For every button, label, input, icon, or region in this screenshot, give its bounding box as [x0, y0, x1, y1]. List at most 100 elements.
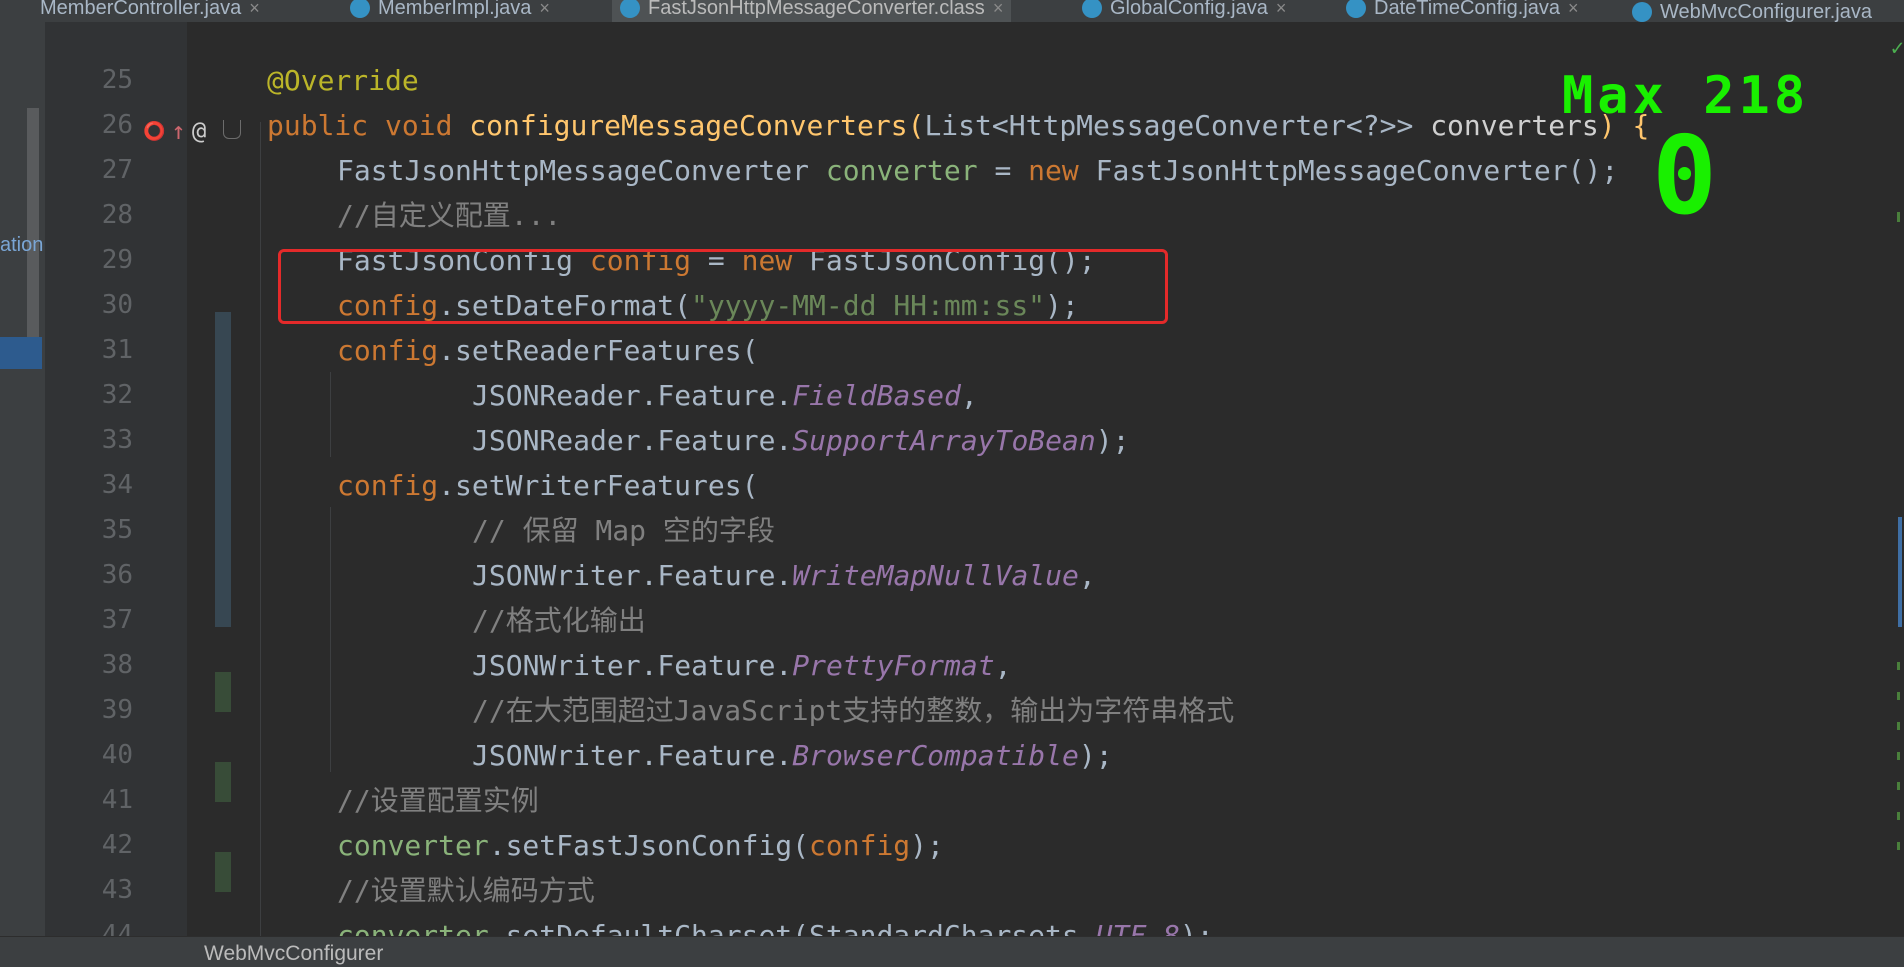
- editor-tab-bar: MemberController.java × MemberImpl.java …: [0, 0, 1904, 22]
- close-icon[interactable]: ×: [1568, 0, 1579, 19]
- tab-label: MemberImpl.java: [378, 0, 532, 19]
- highlight-box: [278, 249, 1168, 324]
- error-stripe[interactable]: ✓: [1890, 22, 1904, 936]
- method-token: .setFastJsonConfig(: [488, 829, 810, 862]
- line-number: 29: [101, 245, 133, 275]
- method-token: .setReaderFeatures(: [438, 334, 759, 367]
- project-panel: ation: [0, 22, 45, 936]
- code-line-32: JSONReader.Feature.FieldBased,: [472, 373, 978, 418]
- field-token: WriteMapNullValue: [792, 559, 1079, 592]
- code-line-31: config.setReaderFeatures(: [337, 328, 758, 373]
- editor-gutter: 25 26 27 28 29 30 31 32 33 34 35 36 37 3…: [45, 22, 241, 950]
- stripe-mark[interactable]: [1898, 517, 1902, 627]
- line-number: 35: [101, 515, 133, 545]
- type-token: JSONReader.Feature.: [472, 424, 793, 457]
- project-scrollbar[interactable]: [27, 108, 39, 358]
- tab-label: DateTimeConfig.java: [1374, 0, 1561, 19]
- code-line-26: public void configureMessageConverters(L…: [267, 103, 1649, 148]
- project-selected-item[interactable]: [0, 337, 42, 369]
- line-number: 38: [101, 650, 133, 680]
- code-line-41: //设置配置实例: [337, 778, 539, 823]
- tab-fastjson-converter[interactable]: FastJsonHttpMessageConverter.class ×: [612, 0, 1012, 22]
- type-token: FastJsonHttpMessageConverter();: [1095, 154, 1619, 187]
- keyword-token: public void: [267, 109, 470, 142]
- code-line-40: JSONWriter.Feature.BrowserCompatible);: [472, 733, 1113, 778]
- method-token: .setDefaultCharset(StandardCharsets.: [488, 919, 1096, 936]
- punct-token: ,: [994, 649, 1012, 682]
- stripe-mark[interactable]: [1897, 812, 1900, 820]
- stripe-mark[interactable]: [1897, 692, 1900, 700]
- close-icon[interactable]: ×: [1276, 0, 1287, 19]
- line-number: 32: [101, 380, 133, 410]
- variable-token: converter: [337, 919, 489, 936]
- line-number: 39: [101, 695, 133, 725]
- code-editor[interactable]: @Override public void configureMessageCo…: [187, 22, 1887, 936]
- code-line-25: @Override: [267, 58, 419, 103]
- operator-token: =: [977, 154, 1029, 187]
- punct-token: ,: [960, 379, 978, 412]
- class-icon: [1082, 0, 1102, 18]
- punct-token: );: [1078, 739, 1113, 772]
- line-number: 34: [101, 470, 133, 500]
- stripe-mark[interactable]: [1897, 752, 1900, 760]
- tab-label: WebMvcConfigurer.java: [1660, 0, 1872, 23]
- project-item-fragment[interactable]: ation: [0, 234, 43, 257]
- tab-webmvc-configurer[interactable]: WebMvcConfigurer.java: [1632, 0, 1872, 22]
- override-icon[interactable]: ⭕: [143, 121, 165, 142]
- close-icon[interactable]: ×: [539, 0, 550, 19]
- type-token: JSONWriter.Feature.: [472, 649, 793, 682]
- punct-token: ,: [1078, 559, 1096, 592]
- punct-token: );: [1095, 424, 1130, 457]
- method-name-token: configureMessageConverters: [469, 109, 908, 142]
- breadcrumb-bar: WebMvcConfigurer: [0, 936, 1904, 967]
- line-number: 31: [101, 335, 133, 365]
- type-token: JSONWriter.Feature.: [472, 739, 793, 772]
- line-number: 43: [101, 875, 133, 905]
- stripe-mark[interactable]: [1897, 212, 1900, 222]
- code-line-44: converter.setDefaultCharset(StandardChar…: [337, 913, 1214, 936]
- paren-token: );: [910, 829, 944, 862]
- tab-label: GlobalConfig.java: [1110, 0, 1268, 19]
- field-token: FieldBased: [792, 379, 961, 412]
- type-token: FastJsonHttpMessageConverter: [337, 154, 826, 187]
- paren-token: (: [907, 109, 925, 142]
- tab-datetime-config[interactable]: DateTimeConfig.java ×: [1346, 0, 1579, 22]
- close-icon[interactable]: ×: [993, 0, 1004, 19]
- line-number: 25: [101, 65, 133, 95]
- code-line-33: JSONReader.Feature.SupportArrayToBean);: [472, 418, 1129, 463]
- field-token: BrowserCompatible: [792, 739, 1079, 772]
- tab-label: FastJsonHttpMessageConverter.class: [648, 0, 985, 19]
- class-icon: [350, 0, 370, 18]
- variable-token: config: [337, 469, 439, 502]
- type-token: JSONReader.Feature.: [472, 379, 793, 412]
- class-icon: [620, 0, 640, 18]
- close-icon[interactable]: ×: [249, 0, 260, 19]
- code-line-27: FastJsonHttpMessageConverter converter =…: [337, 148, 1618, 193]
- variable-token: converter: [825, 154, 978, 187]
- indent-guide: [330, 372, 331, 457]
- variable-token: converter: [337, 829, 489, 862]
- tab-member-impl[interactable]: MemberImpl.java ×: [350, 0, 550, 22]
- comment-token: //格式化输出: [472, 604, 646, 637]
- code-line-39: //在大范围超过JavaScript支持的整数，输出为字符串格式: [472, 688, 1234, 733]
- breadcrumb-item[interactable]: WebMvcConfigurer: [204, 942, 383, 966]
- overlay-count: 0: [1652, 114, 1718, 239]
- code-line-34: config.setWriterFeatures(: [337, 463, 758, 508]
- tab-global-config[interactable]: GlobalConfig.java ×: [1082, 0, 1286, 22]
- stripe-mark[interactable]: [1897, 782, 1900, 790]
- annotation-token: @Override: [267, 64, 419, 97]
- class-icon: [1346, 0, 1366, 18]
- stripe-mark[interactable]: [1897, 662, 1900, 670]
- stripe-mark[interactable]: [1897, 722, 1900, 730]
- check-icon[interactable]: ✓: [1891, 36, 1904, 61]
- comment-token: //设置配置实例: [337, 784, 539, 817]
- field-token: UTF_8: [1095, 919, 1180, 936]
- code-line-28: //自定义配置...: [337, 193, 561, 238]
- method-token: .setWriterFeatures(: [438, 469, 759, 502]
- tab-member-controller[interactable]: MemberController.java ×: [40, 0, 260, 22]
- line-number: 33: [101, 425, 133, 455]
- class-icon: [1632, 2, 1652, 22]
- line-number: 37: [101, 605, 133, 635]
- arrow-up-icon[interactable]: ↑: [171, 117, 185, 145]
- stripe-mark[interactable]: [1897, 842, 1900, 850]
